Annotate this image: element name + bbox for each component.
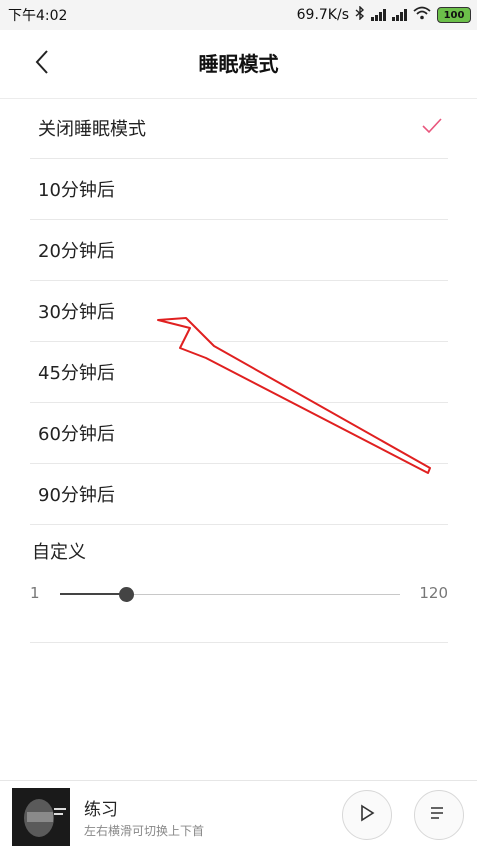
network-speed: 69.7K/s [296, 7, 349, 23]
signal-icon [371, 9, 386, 21]
option-10-min[interactable]: 10分钟后 [30, 159, 448, 220]
option-45-min[interactable]: 45分钟后 [30, 342, 448, 403]
slider-fill [60, 593, 126, 595]
battery-indicator: 100 [437, 7, 471, 23]
mini-player[interactable]: 练习 左右横滑可切换上下首 [0, 780, 477, 849]
option-20-min[interactable]: 20分钟后 [30, 220, 448, 281]
option-label: 关闭睡眠模式 [38, 119, 146, 140]
option-60-min[interactable]: 60分钟后 [30, 403, 448, 464]
sleep-options-list: 关闭睡眠模式 10分钟后 20分钟后 30分钟后 45分钟后 60分钟后 90分… [30, 98, 448, 525]
slider-max-label: 120 [419, 584, 448, 602]
option-label: 90分钟后 [38, 485, 115, 506]
option-90-min[interactable]: 90分钟后 [30, 464, 448, 525]
slider-min-label: 1 [30, 584, 40, 602]
signal-icon-2 [392, 9, 407, 21]
wifi-icon [413, 6, 431, 24]
track-title: 练习 [84, 800, 118, 820]
custom-slider[interactable] [60, 587, 400, 602]
playlist-button[interactable] [414, 790, 464, 840]
option-label: 10分钟后 [38, 180, 115, 201]
play-button[interactable] [342, 790, 392, 840]
page-title: 睡眠模式 [198, 52, 279, 76]
slider-thumb[interactable] [118, 587, 134, 602]
option-label: 20分钟后 [38, 241, 115, 262]
bluetooth-icon [355, 5, 365, 24]
status-icons: 69.7K/s 100 [296, 5, 477, 24]
playlist-icon [430, 805, 448, 825]
option-label: 30分钟后 [38, 302, 115, 323]
play-icon [359, 804, 375, 826]
option-30-min[interactable]: 30分钟后 [30, 281, 448, 342]
option-label: 45分钟后 [38, 363, 115, 384]
chevron-left-icon [34, 49, 50, 79]
custom-title: 自定义 [32, 542, 86, 563]
status-time: 下午4:02 [8, 8, 68, 24]
option-off[interactable]: 关闭睡眠模式 [30, 98, 448, 159]
custom-timer-section: 自定义 1 120 [30, 524, 448, 643]
status-bar: 下午4:02 69.7K/s 100 [0, 0, 477, 30]
back-button[interactable] [24, 46, 60, 82]
option-label: 60分钟后 [38, 424, 115, 445]
check-icon [422, 118, 442, 138]
header: 睡眠模式 [0, 30, 477, 99]
track-hint: 左右横滑可切换上下首 [84, 824, 205, 838]
album-cover[interactable] [12, 788, 70, 846]
